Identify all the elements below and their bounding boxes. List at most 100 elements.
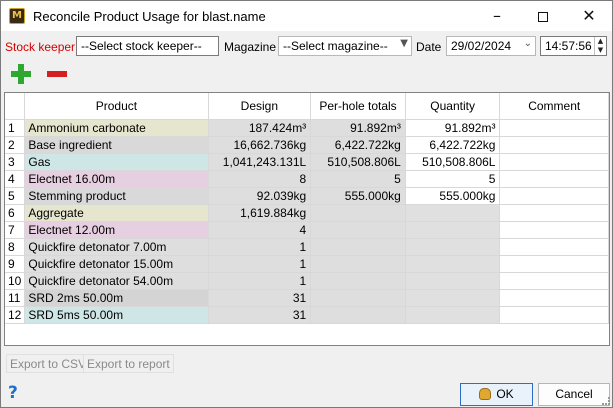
row-number-cell: 7 [5,221,26,239]
comment-cell[interactable] [499,136,609,154]
table-row[interactable]: 7 Electnet 12.00m 4 [5,221,609,239]
comment-cell[interactable] [499,187,609,205]
table-row[interactable]: 8 Quickfire detonator 7.00m 1 [5,238,609,256]
quantity-cell[interactable] [405,306,501,324]
table-row[interactable]: 9 Quickfire detonator 15.00m 1 [5,255,609,273]
minimize-button[interactable]: – [474,1,520,31]
row-number-cell: 5 [5,187,26,205]
quantity-cell[interactable] [405,272,501,290]
quantity-cell[interactable] [405,204,501,222]
comment-cell[interactable] [499,255,609,273]
date-picker[interactable]: 29/02/2024 ⌄ [446,36,536,56]
resize-grip[interactable] [602,397,610,405]
per-hole-cell [310,255,406,273]
comment-cell[interactable] [499,153,609,171]
product-cell[interactable]: Quickfire detonator 7.00m [24,238,209,256]
magazine-select[interactable]: --Select magazine-- ▼ [278,36,412,56]
row-number-cell: 4 [5,170,26,188]
product-cell[interactable]: Electnet 16.00m [24,170,209,188]
spinner-arrows-icon[interactable]: ▲ ▼ [594,37,606,55]
product-cell[interactable]: Quickfire detonator 54.00m [24,272,209,290]
quantity-cell[interactable]: 6,422.722kg [405,136,501,154]
design-cell: 1 [208,255,312,273]
row-number-cell: 6 [5,204,26,222]
design-cell: 16,662.736kg [208,136,312,154]
product-table[interactable]: Product Design Per-hole totals Quantity … [4,92,610,346]
comment-cell[interactable] [499,204,609,222]
design-cell: 1 [208,272,312,290]
export-csv-button[interactable]: Export to CSV [6,354,91,373]
product-cell[interactable]: Base ingredient [24,136,209,154]
table-row[interactable]: 10 Quickfire detonator 54.00m 1 [5,272,609,290]
time-spinner[interactable]: 14:57:56 ▲ ▼ [540,36,607,56]
comment-cell[interactable] [499,272,609,290]
product-cell[interactable]: Quickfire detonator 15.00m [24,255,209,273]
table-row[interactable]: 1 Ammonium carbonate 187.424m³ 91.892m³ 91.8… [5,119,609,137]
per-hole-cell: 6,422.722kg [310,136,406,154]
time-value: 14:57:56 [545,39,592,53]
quantity-cell[interactable]: 5 [405,170,501,188]
title-bar: M Reconcile Product Usage for blast.name… [1,1,612,31]
database-icon [479,388,492,400]
column-header-comment[interactable]: Comment [499,93,609,120]
help-icon[interactable]: ? [8,385,22,402]
table-row[interactable]: 2 Base ingredient 16,662.736kg 6,422.722kg 6… [5,136,609,154]
export-report-button[interactable]: Export to report [83,354,174,373]
comment-cell[interactable] [499,170,609,188]
maximize-button[interactable] [520,1,566,31]
reconcile-dialog: M Reconcile Product Usage for blast.name… [0,0,613,408]
comment-cell[interactable] [499,238,609,256]
quantity-cell[interactable] [405,289,501,307]
comment-cell[interactable] [499,289,609,307]
table-row[interactable]: 6 Aggregate 1,619.884kg [5,204,609,222]
date-value: 29/02/2024 [451,39,512,53]
quantity-cell[interactable] [405,221,501,239]
cancel-button[interactable]: Cancel [538,383,610,406]
quantity-cell[interactable] [405,255,501,273]
quantity-cell[interactable]: 91.892m³ [405,119,501,137]
stock-keeper-input[interactable]: --Select stock keeper-- [76,36,219,56]
per-hole-cell: 5 [310,170,406,188]
row-number-cell: 10 [5,272,26,290]
remove-button[interactable] [47,64,67,84]
design-cell: 8 [208,170,312,188]
row-number-cell: 8 [5,238,26,256]
per-hole-cell [310,221,406,239]
design-cell: 187.424m³ [208,119,312,137]
quantity-cell[interactable]: 555.000kg [405,187,501,205]
product-cell[interactable]: Aggregate [24,204,209,222]
product-cell[interactable]: SRD 2ms 50.00m [24,289,209,307]
per-hole-cell [310,306,406,324]
magazine-value: --Select magazine-- [283,39,388,53]
comment-cell[interactable] [499,306,609,324]
column-header-design[interactable]: Design [208,93,312,120]
product-cell[interactable]: Stemming product [24,187,209,205]
design-cell: 92.039kg [208,187,312,205]
product-cell[interactable]: Gas [24,153,209,171]
table-row[interactable]: 12 SRD 5ms 50.00m 31 [5,306,609,324]
per-hole-cell: 510,508.806L [310,153,406,171]
column-header-product[interactable]: Product [24,93,209,120]
product-cell[interactable]: SRD 5ms 50.00m [24,306,209,324]
per-hole-cell [310,289,406,307]
design-cell: 31 [208,289,312,307]
row-number-cell: 3 [5,153,26,171]
design-cell: 1,041,243.131L [208,153,312,171]
add-button[interactable] [11,64,31,84]
per-hole-cell: 91.892m³ [310,119,406,137]
product-cell[interactable]: Electnet 12.00m [24,221,209,239]
table-row[interactable]: 3 Gas 1,041,243.131L 510,508.806L 510,508.80… [5,153,609,171]
table-row[interactable]: 5 Stemming product 92.039kg 555.000kg 555.00… [5,187,609,205]
quantity-cell[interactable] [405,238,501,256]
table-row[interactable]: 11 SRD 2ms 50.00m 31 [5,289,609,307]
ok-button[interactable]: OK [460,383,533,406]
quantity-cell[interactable]: 510,508.806L [405,153,501,171]
close-button[interactable]: ✕ [566,1,612,31]
per-hole-cell [310,238,406,256]
column-header-quantity[interactable]: Quantity [405,93,501,120]
column-header-per-hole[interactable]: Per-hole totals [310,93,406,120]
comment-cell[interactable] [499,119,609,137]
table-row[interactable]: 4 Electnet 16.00m 8 5 5 [5,170,609,188]
product-cell[interactable]: Ammonium carbonate [24,119,209,137]
comment-cell[interactable] [499,221,609,239]
